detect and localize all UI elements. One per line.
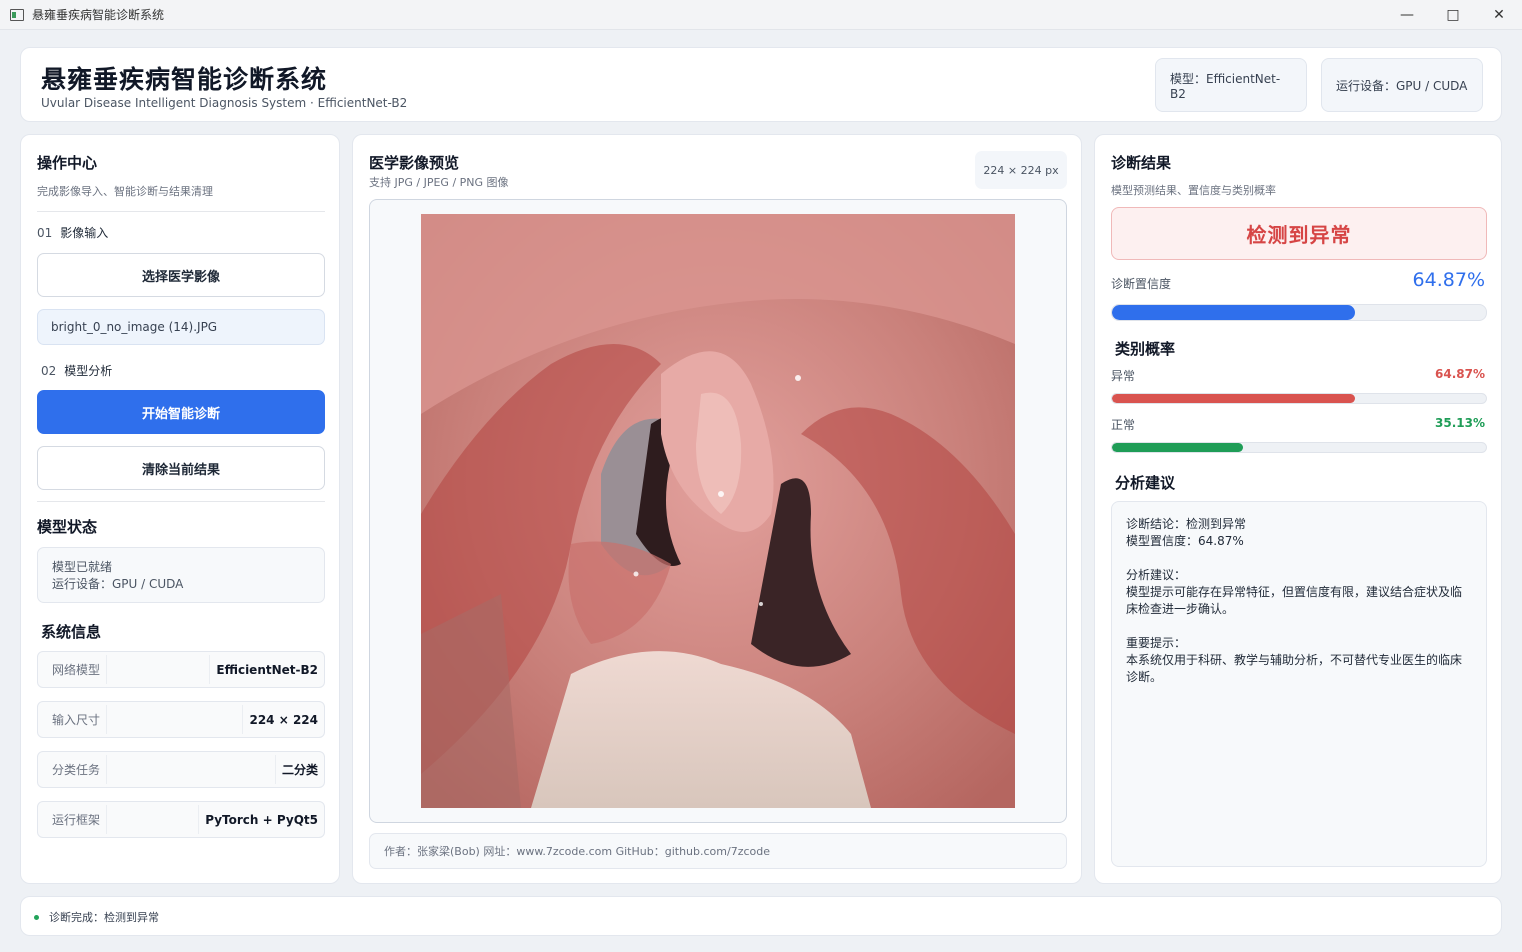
class-label-abnormal: 异常 [1111, 369, 1136, 383]
maximize-icon[interactable]: □ [1430, 0, 1476, 30]
class-label-normal: 正常 [1111, 418, 1136, 432]
model-status-title: 模型状态 [37, 518, 98, 536]
sysinfo-value: 二分类 [274, 755, 324, 784]
sysinfo-value: 224 × 224 [242, 705, 324, 734]
sysinfo-value: PyTorch + PyQt5 [198, 805, 324, 834]
close-icon[interactable]: ✕ [1476, 0, 1522, 30]
sysinfo-row: 网络模型 EfficientNet-B2 [37, 651, 325, 688]
operation-panel: 操作中心 完成影像导入、智能诊断与结果清理 01 影像输入 选择医学影像 brig… [20, 134, 340, 884]
clear-results-button[interactable]: 清除当前结果 [37, 446, 325, 490]
image-size-badge: 224 × 224 px [975, 151, 1067, 189]
divider [37, 211, 325, 212]
result-title: 诊断结果 [1111, 154, 1172, 172]
window-title: 悬雍垂疾病智能诊断系统 [32, 8, 165, 22]
confidence-progress-fill [1112, 305, 1355, 320]
analysis-advice-title: 分析建议 [1115, 474, 1176, 492]
select-image-button[interactable]: 选择医学影像 [37, 253, 325, 297]
result-subtitle: 模型预测结果、置信度与类别概率 [1111, 184, 1276, 197]
minimize-icon[interactable]: — [1384, 0, 1430, 30]
analysis-advice-text: 诊断结论：检测到异常 模型置信度：64.87% 分析建议： 模型提示可能存在异常… [1111, 501, 1487, 867]
model-status-box: 模型已就绪 运行设备：GPU / CUDA [37, 547, 325, 603]
sysinfo-row: 运行框架 PyTorch + PyQt5 [37, 801, 325, 838]
confidence-label: 诊断置信度 [1111, 277, 1172, 291]
model-badge: 模型：EfficientNet-B2 [1155, 58, 1307, 112]
sysinfo-key: 运行框架 [38, 805, 108, 834]
system-info-title: 系统信息 [41, 623, 102, 641]
step-number: 02 [41, 364, 57, 378]
sysinfo-row: 输入尺寸 224 × 224 [37, 701, 325, 738]
operation-title: 操作中心 [37, 154, 98, 172]
medical-image [421, 214, 1015, 808]
step-label: 模型分析 [64, 364, 113, 378]
sysinfo-value: EfficientNet-B2 [209, 655, 324, 684]
status-dot-icon [34, 915, 39, 920]
class-value-abnormal: 64.87% [1435, 367, 1485, 381]
window-titlebar: 悬雍垂疾病智能诊断系统 — □ ✕ [0, 0, 1522, 30]
step-label: 影像输入 [60, 226, 109, 240]
class-bar-fill-abnormal [1112, 394, 1355, 403]
preview-subtitle: 支持 JPG / JPEG / PNG 图像 [369, 176, 509, 189]
window-controls: — □ ✕ [1384, 0, 1522, 30]
preview-title: 医学影像预览 [369, 154, 460, 172]
selected-file-field: bright_0_no_image (14).JPG [37, 309, 325, 345]
class-bar-normal [1111, 442, 1487, 453]
app-title: 悬雍垂疾病智能诊断系统 [41, 65, 328, 94]
operation-subtitle: 完成影像导入、智能诊断与结果清理 [37, 185, 213, 198]
sysinfo-key: 输入尺寸 [38, 705, 108, 734]
confidence-progress-bar [1111, 304, 1487, 321]
app-icon [10, 8, 24, 21]
step-model-analysis: 02 模型分析 [41, 362, 112, 379]
sysinfo-row: 分类任务 二分类 [37, 751, 325, 788]
start-diagnosis-button[interactable]: 开始智能诊断 [37, 390, 325, 434]
app-header: 悬雍垂疾病智能诊断系统 Uvular Disease Intelligent D… [20, 47, 1502, 122]
sysinfo-key: 分类任务 [38, 755, 108, 784]
app-subtitle: Uvular Disease Intelligent Diagnosis Sys… [41, 96, 408, 110]
confidence-value: 64.87% [1412, 269, 1485, 291]
class-value-normal: 35.13% [1435, 416, 1485, 430]
class-probability-title: 类别概率 [1115, 340, 1176, 358]
throat-image-illustration [421, 214, 1015, 808]
author-footer: 作者：张家梁(Bob) 网址：www.7zcode.com GitHub：git… [369, 833, 1067, 869]
status-text: 诊断完成：检测到异常 [49, 911, 159, 924]
model-device-line: 运行设备：GPU / CUDA [52, 577, 184, 591]
preview-frame [369, 199, 1067, 823]
image-preview-panel: 医学影像预览 支持 JPG / JPEG / PNG 图像 224 × 224 … [352, 134, 1082, 884]
step-number: 01 [37, 226, 53, 240]
class-bar-abnormal [1111, 393, 1487, 404]
model-status-line: 模型已就绪 [52, 560, 113, 574]
step-image-input: 01 影像输入 [37, 224, 108, 241]
divider [37, 501, 325, 502]
diagnosis-result-panel: 诊断结果 模型预测结果、置信度与类别概率 检测到异常 诊断置信度 64.87% … [1094, 134, 1502, 884]
device-badge: 运行设备：GPU / CUDA [1321, 58, 1483, 112]
status-bar: 诊断完成：检测到异常 [20, 896, 1502, 936]
sysinfo-key: 网络模型 [38, 655, 108, 684]
class-bar-fill-normal [1112, 443, 1244, 452]
diagnosis-result-badge: 检测到异常 [1111, 207, 1487, 260]
